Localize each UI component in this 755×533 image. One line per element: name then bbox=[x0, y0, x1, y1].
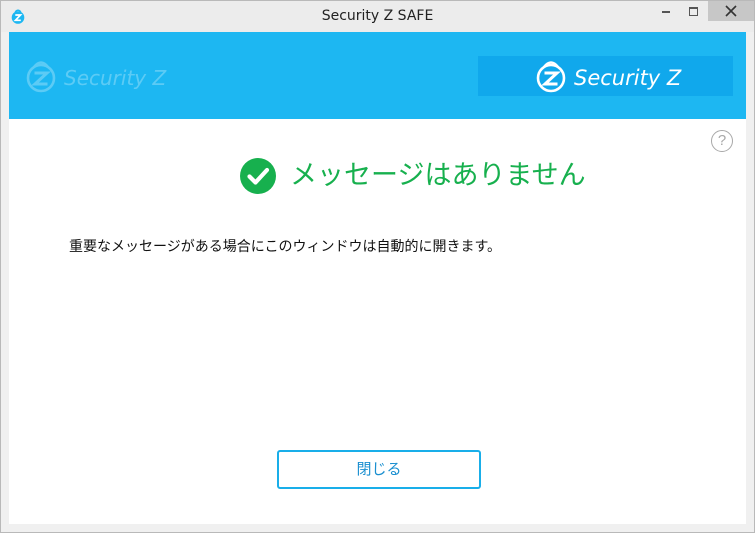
title-bar[interactable]: Security Z SAFE bbox=[1, 1, 754, 32]
check-circle-icon bbox=[240, 158, 276, 194]
brand-logo-text: Security Z bbox=[574, 66, 682, 90]
maximize-button[interactable] bbox=[681, 1, 707, 21]
header-banner: Security Z Security Z bbox=[9, 32, 746, 119]
minimize-button[interactable] bbox=[653, 1, 679, 21]
app-window: Security Z SAFE Security Z Security Z ? … bbox=[0, 0, 755, 533]
brand-logo: Security Z bbox=[536, 61, 682, 93]
brand-logo-panel: Security Z bbox=[478, 56, 733, 96]
maximize-icon bbox=[689, 7, 698, 16]
minimize-icon bbox=[662, 11, 670, 13]
close-icon bbox=[725, 5, 737, 17]
watermark-logo-text: Security Z bbox=[64, 66, 167, 90]
description-text: 重要なメッセージがある場合にこのウィンドウは自動的に開きます。 bbox=[69, 239, 502, 255]
help-icon[interactable]: ? bbox=[711, 130, 733, 152]
message-panel: ? メッセージはありません 重要なメッセージがある場合にこのウィンドウは自動的に… bbox=[9, 119, 746, 524]
close-button[interactable]: 閉じる bbox=[277, 450, 481, 489]
close-window-button[interactable] bbox=[708, 1, 754, 21]
status-message: メッセージはありません bbox=[290, 160, 586, 191]
window-title: Security Z SAFE bbox=[321, 8, 434, 24]
brand-watermark-logo: Security Z bbox=[26, 61, 167, 93]
